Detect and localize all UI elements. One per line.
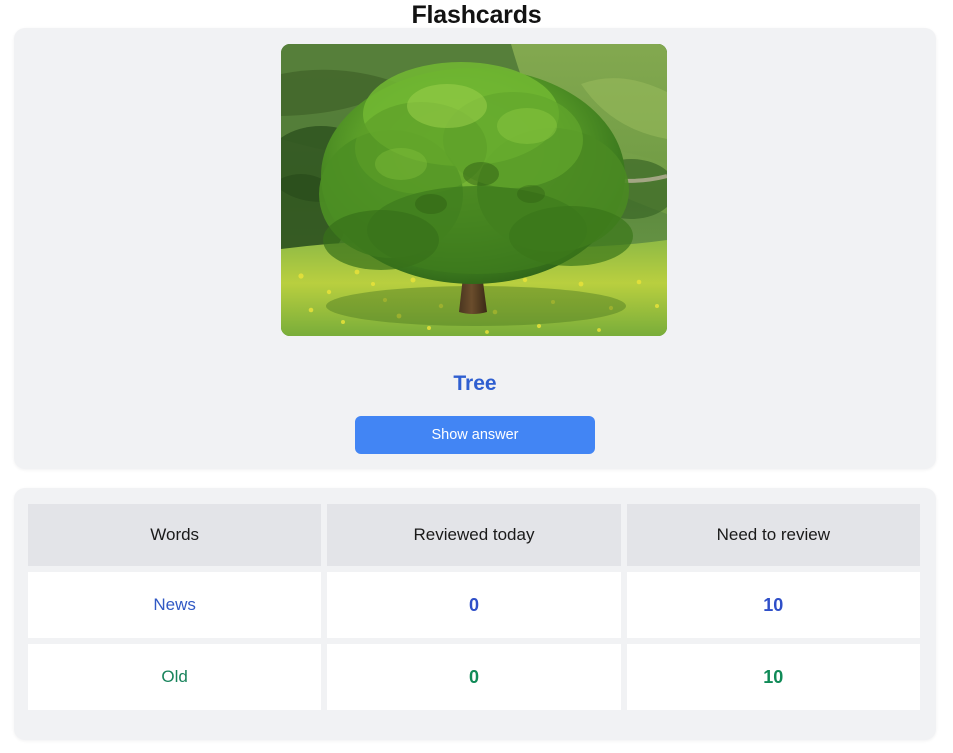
flashcard-word: Tree	[453, 372, 497, 395]
column-header-need-to-review: Need to review	[626, 504, 920, 566]
page-title: Flashcards	[411, 1, 542, 29]
column-header-words: Words	[28, 504, 322, 566]
show-answer-button[interactable]: Show answer	[355, 416, 595, 454]
table-row: Old 0 10	[28, 644, 920, 710]
column-header-reviewed-today: Reviewed today	[327, 504, 621, 566]
table-row: News 0 10	[28, 572, 920, 638]
flashcard-image	[281, 44, 667, 336]
tree-photo-icon	[281, 44, 667, 336]
flashcard-card: Tree Show answer	[14, 28, 936, 469]
news-need-to-review-value: 10	[626, 572, 920, 638]
stats-table: Words Reviewed today Need to review News…	[28, 504, 920, 710]
row-label-old[interactable]: Old	[28, 644, 322, 710]
news-reviewed-today-value: 0	[327, 572, 621, 638]
flashcards-page: Flashcards Tree Show answer Words Review…	[0, 0, 953, 753]
old-need-to-review-value: 10	[626, 644, 920, 710]
table-header-row: Words Reviewed today Need to review	[28, 504, 920, 566]
old-reviewed-today-value: 0	[327, 644, 621, 710]
stats-card: Words Reviewed today Need to review News…	[14, 488, 936, 740]
row-label-news[interactable]: News	[28, 572, 322, 638]
